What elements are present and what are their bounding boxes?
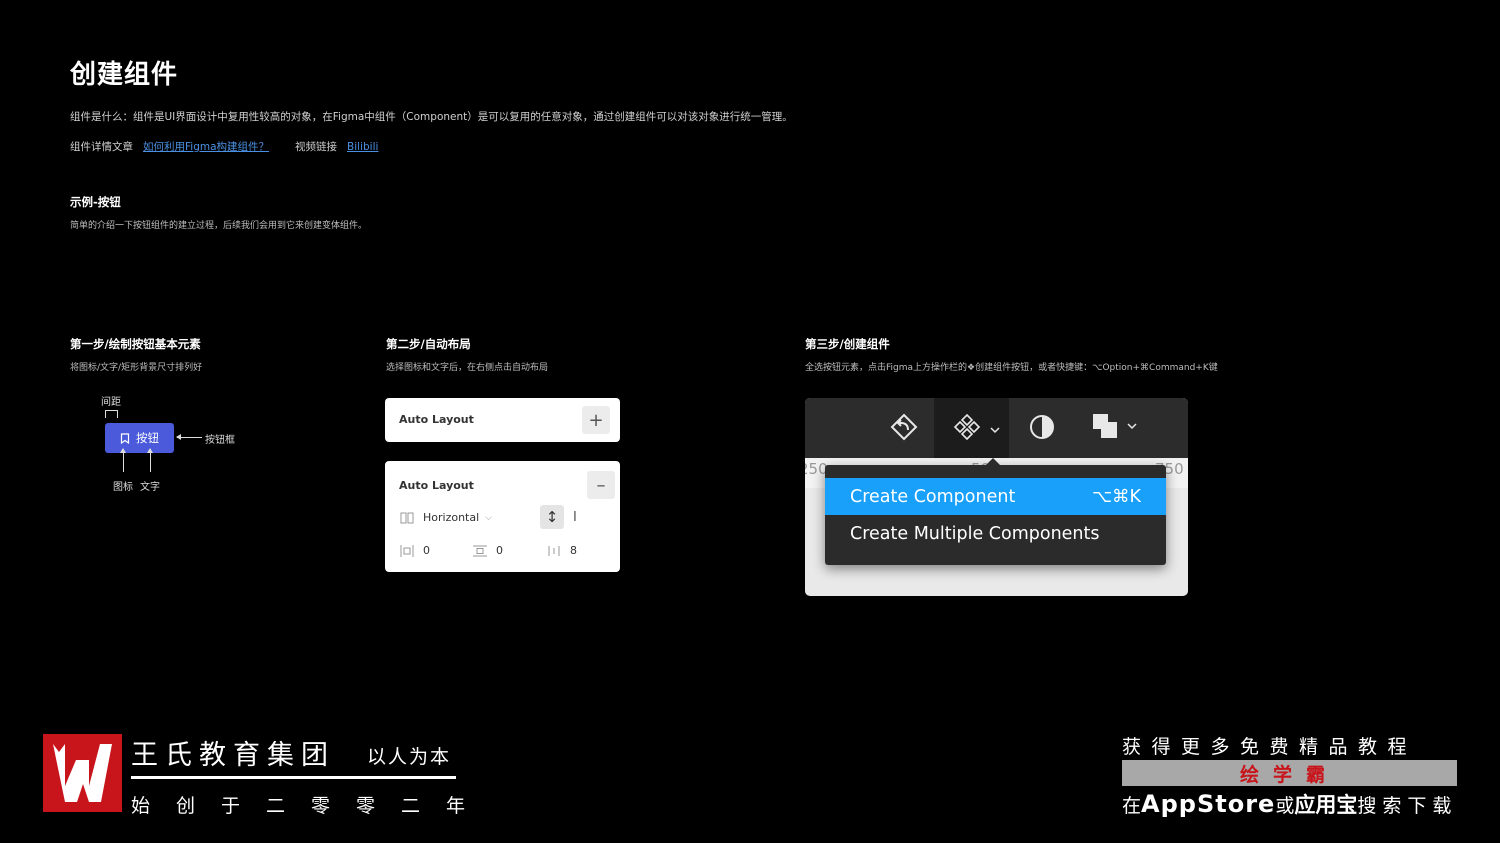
resize-vertical-button[interactable]: ↕ [540, 505, 564, 529]
brand-name: 王氏教育集团 [131, 740, 335, 771]
chevron-down-icon: ⌵ [485, 512, 492, 523]
step1-title: 第一步/绘制按钮基本元素 [70, 337, 201, 351]
columns-icon [400, 512, 414, 523]
promo-appstore: AppStore [1141, 790, 1276, 818]
page-description: 组件是什么：组件是UI界面设计中复用性较高的对象，在Figma中组件（Compo… [70, 111, 793, 123]
promo-text-e: 搜索下载 [1357, 795, 1458, 817]
step3-title: 第三步/创建组件 [805, 337, 890, 351]
w-logo-icon [53, 744, 112, 802]
video-label: 视频链接 [295, 141, 338, 153]
demo-button[interactable]: 按钮 [105, 423, 174, 453]
contrast-icon[interactable] [1028, 413, 1056, 441]
detail-article-link[interactable]: 如何利用Figma构建组件？ [143, 141, 269, 153]
vertical-arrows-icon: ↕ [545, 508, 559, 526]
rotate-icon[interactable] [889, 412, 919, 442]
horizontal-padding-value: 0 [423, 544, 430, 557]
horizontal-padding-icon [400, 544, 414, 557]
demo-button-label: 按钮 [136, 431, 159, 445]
brand-slogan: 以人为本 [367, 746, 452, 768]
frame-label: 按钮框 [205, 435, 235, 446]
icon-label: 图标 [113, 482, 133, 493]
plus-icon: + [588, 409, 604, 431]
step1-subtitle: 将图标/文字/矩形背景尺寸排列好 [70, 363, 203, 373]
spacing-label: 间距 [101, 397, 121, 408]
panel-title: Auto Layout [399, 479, 474, 492]
example-title: 示例-按钮 [70, 195, 121, 209]
promo-line-2: 在AppStore或应用宝搜索下载 [1122, 789, 1457, 819]
menu-item-create-multiple-components[interactable]: Create Multiple Components [825, 515, 1166, 552]
auto-layout-panel-collapsed: Auto Layout + [385, 398, 620, 442]
direction-select[interactable]: Horizontal ⌵ [400, 511, 492, 524]
brand-logo [43, 734, 122, 812]
promo-text-c: 或 [1275, 795, 1295, 817]
promo-line-1: 获得更多免费精品教程 [1122, 736, 1418, 758]
page-title: 创建组件 [70, 60, 179, 90]
direction-value: Horizontal [423, 511, 480, 524]
menu-item-label: Create Component [850, 486, 1016, 507]
panel-title: Auto Layout [399, 413, 474, 426]
menu-item-label: Create Multiple Components [850, 523, 1100, 544]
step2-subtitle: 选择图标和文字后，在右侧点击自动布局 [386, 363, 549, 373]
brand-divider [131, 776, 456, 779]
step3-subtitle: 全选按钮元素，点击Figma上方操作栏的❖创建组件按钮，或者快捷键：⌥Optio… [805, 363, 1218, 373]
component-dropdown-menu: Create Component ⌥⌘K Create Multiple Com… [825, 458, 1166, 565]
auto-layout-panel-expanded: Auto Layout – Horizontal ⌵ ↕ I 0 0 8 [385, 461, 620, 572]
example-subtitle: 简单的介绍一下按钮组件的建立过程，后续我们会用到它来创建变体组件。 [70, 221, 368, 231]
vertical-padding-value: 0 [496, 544, 503, 557]
text-cursor-icon: I [573, 510, 577, 525]
promo-yingyongbao: 应用宝 [1294, 793, 1358, 817]
remove-auto-layout-button[interactable]: – [587, 471, 615, 499]
item-spacing-field[interactable]: 8 [547, 544, 577, 557]
text-arrow [147, 448, 153, 472]
detail-label: 组件详情文章 [70, 141, 133, 153]
brand-since: 始创于二零零二年 [131, 795, 492, 817]
menu-item-shortcut: ⌥⌘K [1091, 486, 1141, 507]
step2-title: 第二步/自动布局 [386, 337, 471, 351]
icon-arrow [120, 448, 126, 472]
minus-icon: – [596, 474, 606, 496]
frame-arrow [176, 434, 202, 440]
item-spacing-value: 8 [570, 544, 577, 557]
chevron-down-icon[interactable] [1127, 422, 1137, 430]
vertical-padding-icon [473, 545, 487, 556]
promo-app-name: 绘学霸 [1122, 760, 1457, 786]
reference-links: 组件详情文章 如何利用Figma构建组件？ 视频链接 Bilibili [70, 139, 378, 154]
horizontal-padding-field[interactable]: 0 [400, 544, 430, 557]
bookmark-icon [120, 432, 130, 444]
vertical-padding-field[interactable]: 0 [473, 544, 503, 557]
add-auto-layout-button[interactable]: + [582, 406, 610, 434]
menu-item-create-component[interactable]: Create Component ⌥⌘K [825, 478, 1166, 515]
spacing-bracket [105, 410, 118, 418]
component-icon[interactable] [952, 412, 982, 442]
chevron-down-icon[interactable] [990, 426, 1000, 434]
text-label: 文字 [140, 482, 160, 493]
bilibili-link[interactable]: Bilibili [347, 141, 378, 153]
item-spacing-icon [548, 545, 560, 556]
promo-text-a: 在 [1122, 795, 1142, 817]
boolean-union-icon[interactable] [1091, 412, 1119, 440]
